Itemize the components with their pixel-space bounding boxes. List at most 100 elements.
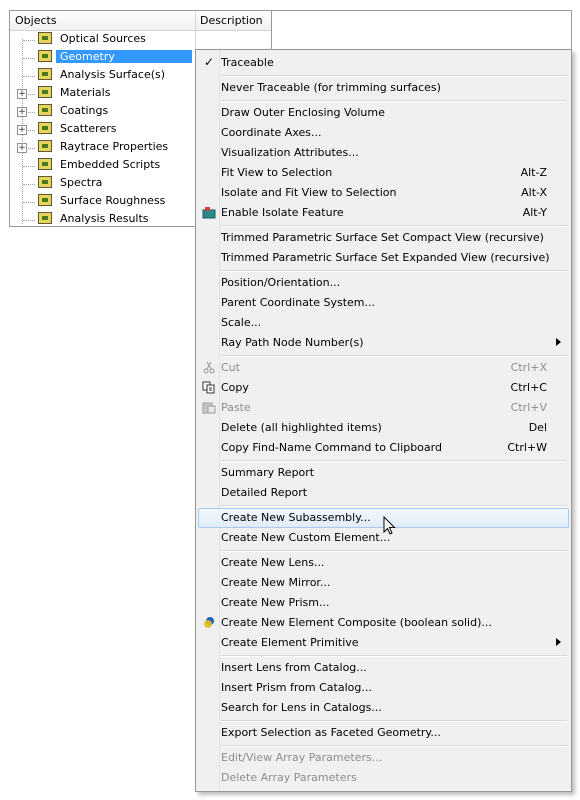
menu-item-isolate-fit-view[interactable]: Isolate and Fit View to Selection Alt-X	[198, 183, 569, 203]
menu-item-label: Create New Prism...	[221, 596, 330, 609]
menu-item-label: Ray Path Node Number(s)	[221, 336, 364, 349]
menu-item-detailed-report[interactable]: Detailed Report	[198, 483, 569, 503]
boolean-solid-icon	[204, 617, 214, 628]
tree-item-label: Scatterers	[60, 122, 117, 135]
tree-item-label: Geometry	[56, 50, 192, 63]
menu-item-fit-view[interactable]: Fit View to Selection Alt-Z	[198, 163, 569, 183]
menu-item-visualization-attributes[interactable]: Visualization Attributes...	[198, 143, 569, 163]
spectra-icon	[38, 176, 52, 188]
menu-item-create-mirror[interactable]: Create New Mirror...	[198, 573, 569, 593]
menu-item-enable-isolate[interactable]: Enable Isolate Feature Alt-Y	[198, 203, 569, 223]
menu-item-create-element-primitive[interactable]: Create Element Primitive	[198, 633, 569, 653]
column-header-description[interactable]: Description	[200, 14, 263, 27]
submenu-arrow-icon	[556, 638, 561, 646]
tree-item-label: Surface Roughness	[60, 194, 166, 207]
menu-item-create-lens[interactable]: Create New Lens...	[198, 553, 569, 573]
menu-item-label: Trimmed Parametric Surface Set Expanded …	[221, 251, 550, 264]
menu-item-label: Traceable	[221, 56, 274, 69]
menu-item-label: Cut	[221, 361, 240, 374]
menu-item-parent-coordinate-system[interactable]: Parent Coordinate System...	[198, 293, 569, 313]
menu-item-summary-report[interactable]: Summary Report	[198, 463, 569, 483]
tree-item[interactable]: Optical Sources	[10, 31, 271, 49]
menu-item-cut[interactable]: Cut Ctrl+X	[198, 358, 569, 378]
menu-item-insert-lens-catalog[interactable]: Insert Lens from Catalog...	[198, 658, 569, 678]
geometry-icon	[38, 50, 52, 62]
menu-item-label: Summary Report	[221, 466, 315, 479]
menu-item-label: Draw Outer Enclosing Volume	[221, 106, 385, 119]
menu-item-shortcut: Alt-Y	[522, 206, 547, 219]
mouse-cursor-icon	[383, 516, 396, 535]
menu-separator	[221, 355, 567, 357]
menu-item-label: Paste	[221, 401, 251, 414]
menu-item-insert-prism-catalog[interactable]: Insert Prism from Catalog...	[198, 678, 569, 698]
menu-item-label: Create Element Primitive	[221, 636, 359, 649]
menu-item-trimmed-compact[interactable]: Trimmed Parametric Surface Set Compact V…	[198, 228, 569, 248]
tree-item-label: Embedded Scripts	[60, 158, 161, 171]
menu-separator	[221, 100, 567, 102]
menu-separator	[221, 550, 567, 552]
column-header-objects[interactable]: Objects	[15, 14, 57, 27]
menu-item-edit-array[interactable]: Edit/View Array Parameters...	[198, 748, 569, 768]
menu-item-paste[interactable]: Paste Ctrl+V	[198, 398, 569, 418]
menu-item-label: Position/Orientation...	[221, 276, 341, 289]
menu-item-ray-path-node[interactable]: Ray Path Node Number(s)	[198, 333, 569, 353]
menu-item-label: Insert Lens from Catalog...	[221, 661, 367, 674]
tree-header: Objects Description	[10, 11, 271, 31]
menu-item-shortcut: Del	[528, 421, 547, 434]
menu-item-label: Create New Mirror...	[221, 576, 331, 589]
menu-item-label: Export Selection as Faceted Geometry...	[221, 726, 441, 739]
check-icon: ✓	[204, 55, 215, 69]
menu-item-label: Isolate and Fit View to Selection	[221, 186, 397, 199]
menu-item-shortcut: Ctrl+W	[507, 441, 547, 454]
scatterers-icon	[38, 122, 52, 134]
expand-toggle-icon[interactable]: +	[17, 125, 27, 135]
submenu-arrow-icon	[556, 338, 561, 346]
menu-item-position-orientation[interactable]: Position/Orientation...	[198, 273, 569, 293]
menu-item-copy[interactable]: Copy Ctrl+C	[198, 378, 569, 398]
menu-item-coordinate-axes[interactable]: Coordinate Axes...	[198, 123, 569, 143]
menu-item-never-traceable[interactable]: Never Traceable (for trimming surfaces)	[198, 78, 569, 98]
tree-item-label: Coatings	[60, 104, 109, 117]
expand-toggle-icon[interactable]: +	[17, 89, 27, 99]
menu-item-draw-outer-volume[interactable]: Draw Outer Enclosing Volume	[198, 103, 569, 123]
menu-item-label: Scale...	[221, 316, 262, 329]
menu-item-shortcut: Alt-Z	[520, 166, 547, 179]
menu-item-scale[interactable]: Scale...	[198, 313, 569, 333]
menu-item-label: Never Traceable (for trimming surfaces)	[221, 81, 441, 94]
tree-connector-line	[23, 58, 35, 59]
menu-item-label: Fit View to Selection	[221, 166, 333, 179]
menu-item-label: Create New Lens...	[221, 556, 325, 569]
menu-item-trimmed-expanded[interactable]: Trimmed Parametric Surface Set Expanded …	[198, 248, 569, 268]
menu-item-copy-find-name[interactable]: Copy Find-Name Command to Clipboard Ctrl…	[198, 438, 569, 458]
scissors-icon	[203, 361, 215, 374]
menu-item-label: Create New Custom Element...	[221, 531, 391, 544]
menu-item-search-lens-catalogs[interactable]: Search for Lens in Catalogs...	[198, 698, 569, 718]
menu-item-create-prism[interactable]: Create New Prism...	[198, 593, 569, 613]
context-menu: ✓ Traceable Never Traceable (for trimmin…	[195, 49, 572, 792]
copy-icon	[202, 381, 215, 394]
raytrace-properties-icon	[38, 140, 52, 152]
tree-connector-line	[23, 184, 35, 185]
expand-toggle-icon[interactable]: +	[17, 143, 27, 153]
tree-item-label: Spectra	[60, 176, 103, 189]
menu-separator	[221, 655, 567, 657]
menu-item-label: Search for Lens in Catalogs...	[221, 701, 382, 714]
menu-item-label: Insert Prism from Catalog...	[221, 681, 372, 694]
menu-item-create-composite[interactable]: Create New Element Composite (boolean so…	[198, 613, 569, 633]
isolate-feature-icon	[202, 207, 216, 219]
menu-item-shortcut: Ctrl+V	[510, 401, 547, 414]
menu-item-label: Delete (all highlighted items)	[221, 421, 382, 434]
coatings-icon	[38, 104, 52, 116]
menu-separator	[221, 720, 567, 722]
menu-item-label: Copy Find-Name Command to Clipboard	[221, 441, 442, 454]
menu-separator	[221, 745, 567, 747]
menu-item-delete[interactable]: Delete (all highlighted items) Del	[198, 418, 569, 438]
menu-separator	[221, 460, 567, 462]
menu-item-delete-array[interactable]: Delete Array Parameters	[198, 768, 569, 788]
paste-icon	[202, 402, 216, 414]
expand-toggle-icon[interactable]: +	[17, 107, 27, 117]
menu-item-traceable[interactable]: ✓ Traceable	[198, 53, 569, 73]
menu-item-export-faceted[interactable]: Export Selection as Faceted Geometry...	[198, 723, 569, 743]
menu-item-label: Enable Isolate Feature	[221, 206, 344, 219]
tree-connector-line	[23, 220, 35, 221]
